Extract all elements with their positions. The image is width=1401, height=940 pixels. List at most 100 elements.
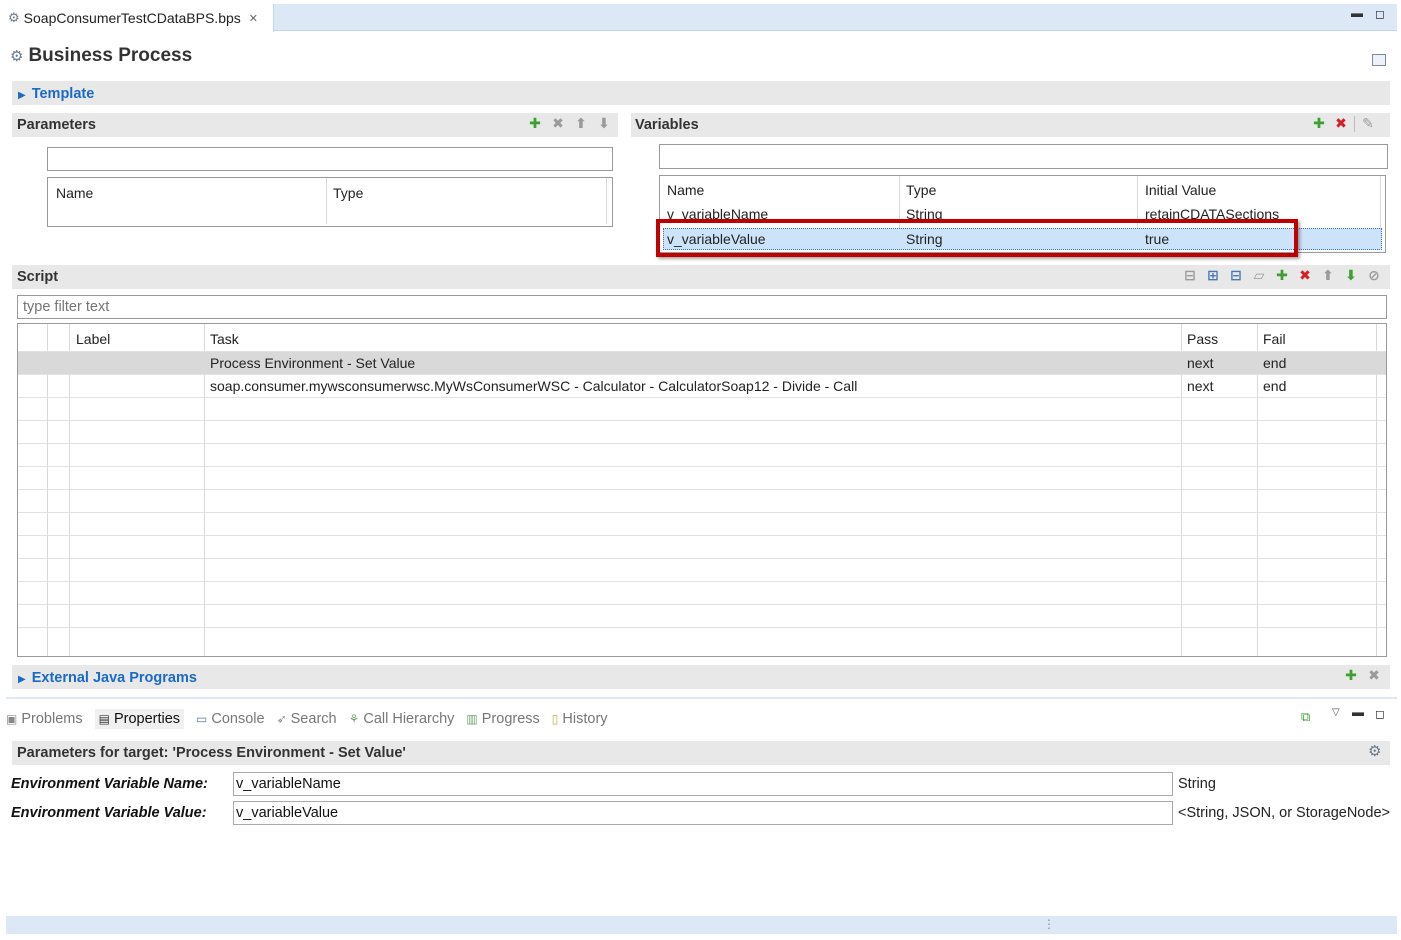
open-view-menu-icon[interactable]: ⧉	[1301, 709, 1310, 725]
script-title: Script	[17, 269, 59, 285]
page-title: Business Process	[28, 45, 193, 66]
add-parameter-icon[interactable]: ✚	[526, 115, 544, 132]
external-java-section-header[interactable]: ▶ External Java Programs ✚ ✖	[12, 665, 1390, 689]
console-icon: ▭	[196, 712, 208, 726]
tab-search[interactable]: ➶ Search	[277, 711, 337, 727]
open-folder-icon[interactable]: ▱	[1250, 267, 1268, 284]
parameters-table: Name Type	[47, 177, 613, 227]
editor-tab-bar: ⚙ SoapConsumerTestCDataBPS.bps ✕ ▬ ◻	[6, 4, 1397, 32]
parameters-title: Parameters	[17, 117, 96, 133]
edit-variable-icon[interactable]: ✎	[1359, 115, 1377, 132]
tab-label: Progress	[481, 711, 540, 727]
properties-header: Parameters for target: 'Process Environm…	[12, 741, 1390, 765]
script-col-label: Label	[76, 331, 111, 347]
variables-section-header: Variables ✚ ✖ ✎	[631, 113, 1390, 137]
parameters-col-type: Type	[333, 185, 364, 201]
script-fail-cell: end	[1263, 378, 1287, 394]
tab-label: Call Hierarchy	[363, 711, 455, 727]
script-fail-cell: end	[1263, 355, 1287, 371]
env-var-value-input[interactable]: v_variableValue	[233, 801, 1173, 825]
close-tab-icon[interactable]: ✕	[249, 12, 258, 25]
script-row[interactable]: soap.consumer.mywsconsumerwsc.MyWsConsum…	[18, 375, 1386, 397]
add-step-icon[interactable]: ✚	[1273, 267, 1291, 284]
script-col-task: Task	[210, 331, 239, 347]
delete-java-program-icon[interactable]: ✖	[1365, 667, 1383, 684]
step-up-icon[interactable]: ⬆	[1319, 267, 1337, 284]
tab-label: History	[562, 711, 608, 727]
search-icon: ➶	[276, 712, 287, 726]
add-variable-icon[interactable]: ✚	[1310, 115, 1328, 132]
editor-tab-label: SoapConsumerTestCDataBPS.bps	[23, 10, 241, 26]
variables-col-initial-value: Initial Value	[1145, 182, 1217, 198]
env-var-value-type: <String, JSON, or StorageNode>	[1178, 805, 1390, 821]
view-minimize-icon[interactable]: ▬	[1352, 705, 1364, 719]
script-col-pass: Pass	[1187, 331, 1219, 347]
tab-properties[interactable]: ▤ Properties	[94, 709, 185, 729]
call-hierarchy-icon: ⚘	[348, 712, 360, 726]
script-pass-cell: next	[1187, 378, 1214, 394]
env-var-name-label: Environment Variable Name:	[11, 776, 208, 792]
script-task-cell: Process Environment - Set Value	[210, 355, 416, 371]
history-icon: ▯	[551, 712, 559, 726]
template-section-header[interactable]: ▶ Template	[12, 81, 1390, 105]
tab-label: Problems	[21, 711, 83, 727]
tab-history[interactable]: ▯ History	[552, 711, 608, 727]
expand-triangle-icon: ▶	[18, 674, 26, 685]
step-down-icon[interactable]: ⬇	[1342, 267, 1360, 284]
view-maximize-icon[interactable]: ◻	[1375, 707, 1385, 721]
tab-label: Console	[211, 711, 265, 727]
properties-icon: ▤	[98, 712, 110, 726]
properties-title: Parameters for target: 'Process Environm…	[17, 745, 406, 761]
delete-parameter-icon[interactable]: ✖	[549, 115, 567, 132]
external-java-title: External Java Programs	[31, 670, 197, 686]
business-process-icon: ⚙	[10, 48, 24, 65]
bps-file-icon: ⚙	[8, 10, 20, 25]
env-var-value-label: Environment Variable Value:	[11, 805, 207, 821]
tab-problems[interactable]: ▣ Problems	[6, 711, 83, 727]
tab-call-hierarchy[interactable]: ⚘ Call Hierarchy	[349, 711, 455, 727]
tab-console[interactable]: ▭ Console	[196, 711, 265, 727]
hierarchy-icon[interactable]: ⊟	[1181, 267, 1199, 284]
minimize-icon[interactable]: ▬	[1351, 6, 1363, 20]
editor-tab[interactable]: ⚙ SoapConsumerTestCDataBPS.bps ✕	[6, 4, 274, 32]
variables-col-name: Name	[667, 182, 705, 198]
expand-all-icon[interactable]: ⊞	[1204, 267, 1222, 284]
delete-variable-icon[interactable]: ✖	[1332, 115, 1350, 132]
problems-icon: ▣	[6, 712, 18, 726]
variables-title: Variables	[635, 117, 699, 133]
settings-gear-icon[interactable]: ⚙	[1368, 742, 1381, 760]
tab-label: Properties	[113, 711, 181, 727]
script-filter-input[interactable]	[17, 295, 1387, 319]
variable-type-cell: String	[906, 206, 943, 220]
script-pass-cell: next	[1187, 355, 1214, 371]
move-up-icon[interactable]: ⬆	[572, 115, 590, 132]
script-section-header: Script ⊟ ⊞ ⊟ ▱ ✚ ✖ ⬆ ⬇ ⊘	[12, 265, 1390, 289]
expand-triangle-icon: ▶	[18, 90, 26, 101]
variable-initial-cell: retainCDATASections	[1145, 206, 1280, 220]
variables-filter-input[interactable]	[659, 144, 1388, 169]
parameters-filter-input[interactable]	[47, 147, 613, 171]
progress-icon: ▥	[466, 712, 478, 726]
script-task-cell: soap.consumer.mywsconsumerwsc.MyWsConsum…	[210, 378, 858, 394]
move-down-icon[interactable]: ⬇	[595, 115, 613, 132]
collapse-all-icon[interactable]: ⊟	[1227, 267, 1245, 284]
bottom-view-tabs: ▣ Problems ▤ Properties ▭ Console ➶ Search ⚘…	[6, 706, 1397, 732]
delete-step-icon[interactable]: ✖	[1296, 267, 1314, 284]
tab-label: Search	[290, 711, 337, 727]
form-menu-icon[interactable]	[1372, 54, 1386, 66]
variables-row[interactable]: v_variableName String retainCDATASection…	[660, 206, 1385, 220]
variable-name-cell: v_variableName	[667, 206, 769, 220]
add-java-program-icon[interactable]: ✚	[1342, 667, 1360, 684]
highlight-box	[656, 219, 1298, 257]
tab-progress[interactable]: ▥ Progress	[466, 711, 539, 727]
status-bar: ⋮	[6, 916, 1397, 934]
variables-col-type: Type	[906, 182, 937, 198]
view-menu-chevron-icon[interactable]: ▽	[1332, 707, 1340, 718]
script-row-selected[interactable]: Process Environment - Set Value next end	[18, 352, 1386, 374]
status-bar-grip-icon[interactable]: ⋮	[1043, 917, 1055, 931]
parameters-section-header: Parameters ✚ ✖ ⬆ ⬇	[12, 113, 618, 137]
disable-icon[interactable]: ⊘	[1365, 267, 1383, 284]
parameters-col-name: Name	[56, 185, 94, 201]
env-var-name-input[interactable]: v_variableName	[233, 772, 1173, 796]
maximize-icon[interactable]: ◻	[1375, 7, 1385, 21]
